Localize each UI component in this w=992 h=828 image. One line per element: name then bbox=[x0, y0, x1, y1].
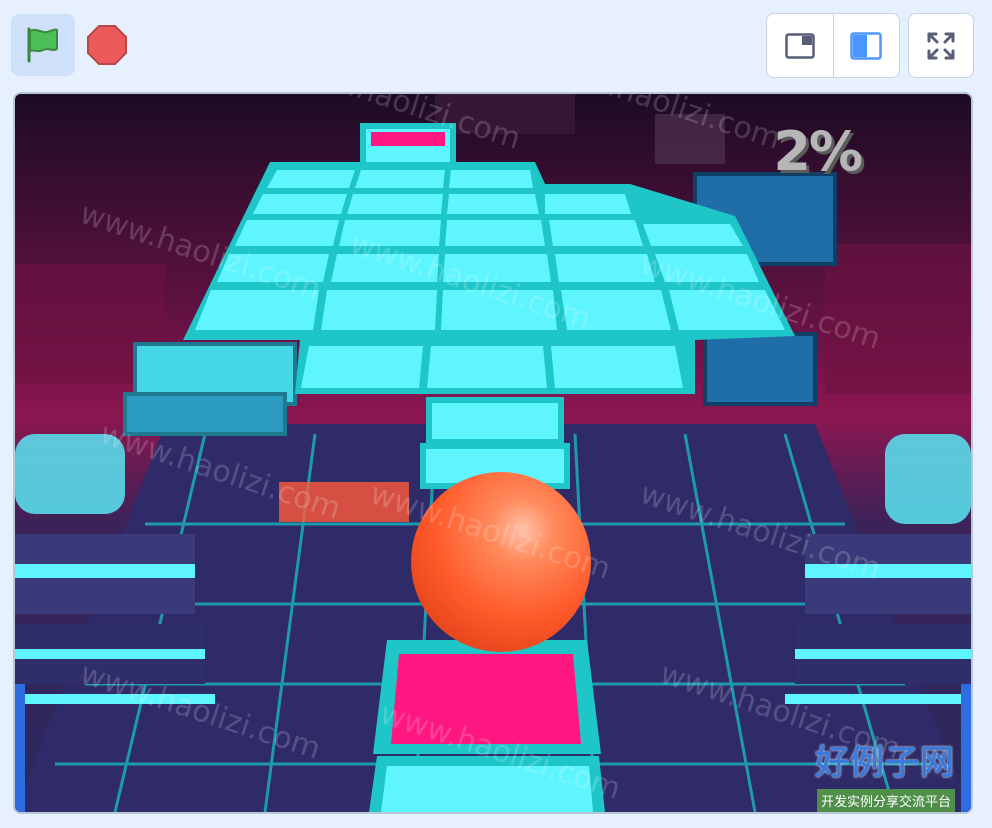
stage-size-toggle bbox=[766, 13, 900, 78]
green-flag-button[interactable] bbox=[11, 14, 75, 76]
game-scene bbox=[15, 94, 971, 812]
normal-stage-button[interactable] bbox=[832, 14, 900, 77]
watermark-brand: 好例子网 bbox=[815, 743, 955, 783]
stop-button[interactable] bbox=[84, 22, 130, 68]
progress-counter: 2% bbox=[773, 120, 863, 183]
green-flag-icon bbox=[27, 27, 58, 63]
small-stage-button[interactable] bbox=[767, 14, 833, 77]
stop-sign-icon bbox=[87, 25, 127, 65]
small-stage-icon bbox=[785, 32, 815, 59]
normal-stage-icon bbox=[850, 31, 882, 60]
start-pink-tile bbox=[369, 640, 605, 812]
stage-header bbox=[0, 0, 992, 90]
game-stage[interactable]: 2% www.haolizi.com www.haolizi.com www.h… bbox=[13, 92, 973, 814]
fullscreen-icon bbox=[927, 32, 955, 59]
fullscreen-button[interactable] bbox=[908, 13, 974, 78]
watermark-brand-subtitle: 开发实例分享交流平台 bbox=[816, 789, 955, 812]
player-ball bbox=[411, 472, 591, 652]
